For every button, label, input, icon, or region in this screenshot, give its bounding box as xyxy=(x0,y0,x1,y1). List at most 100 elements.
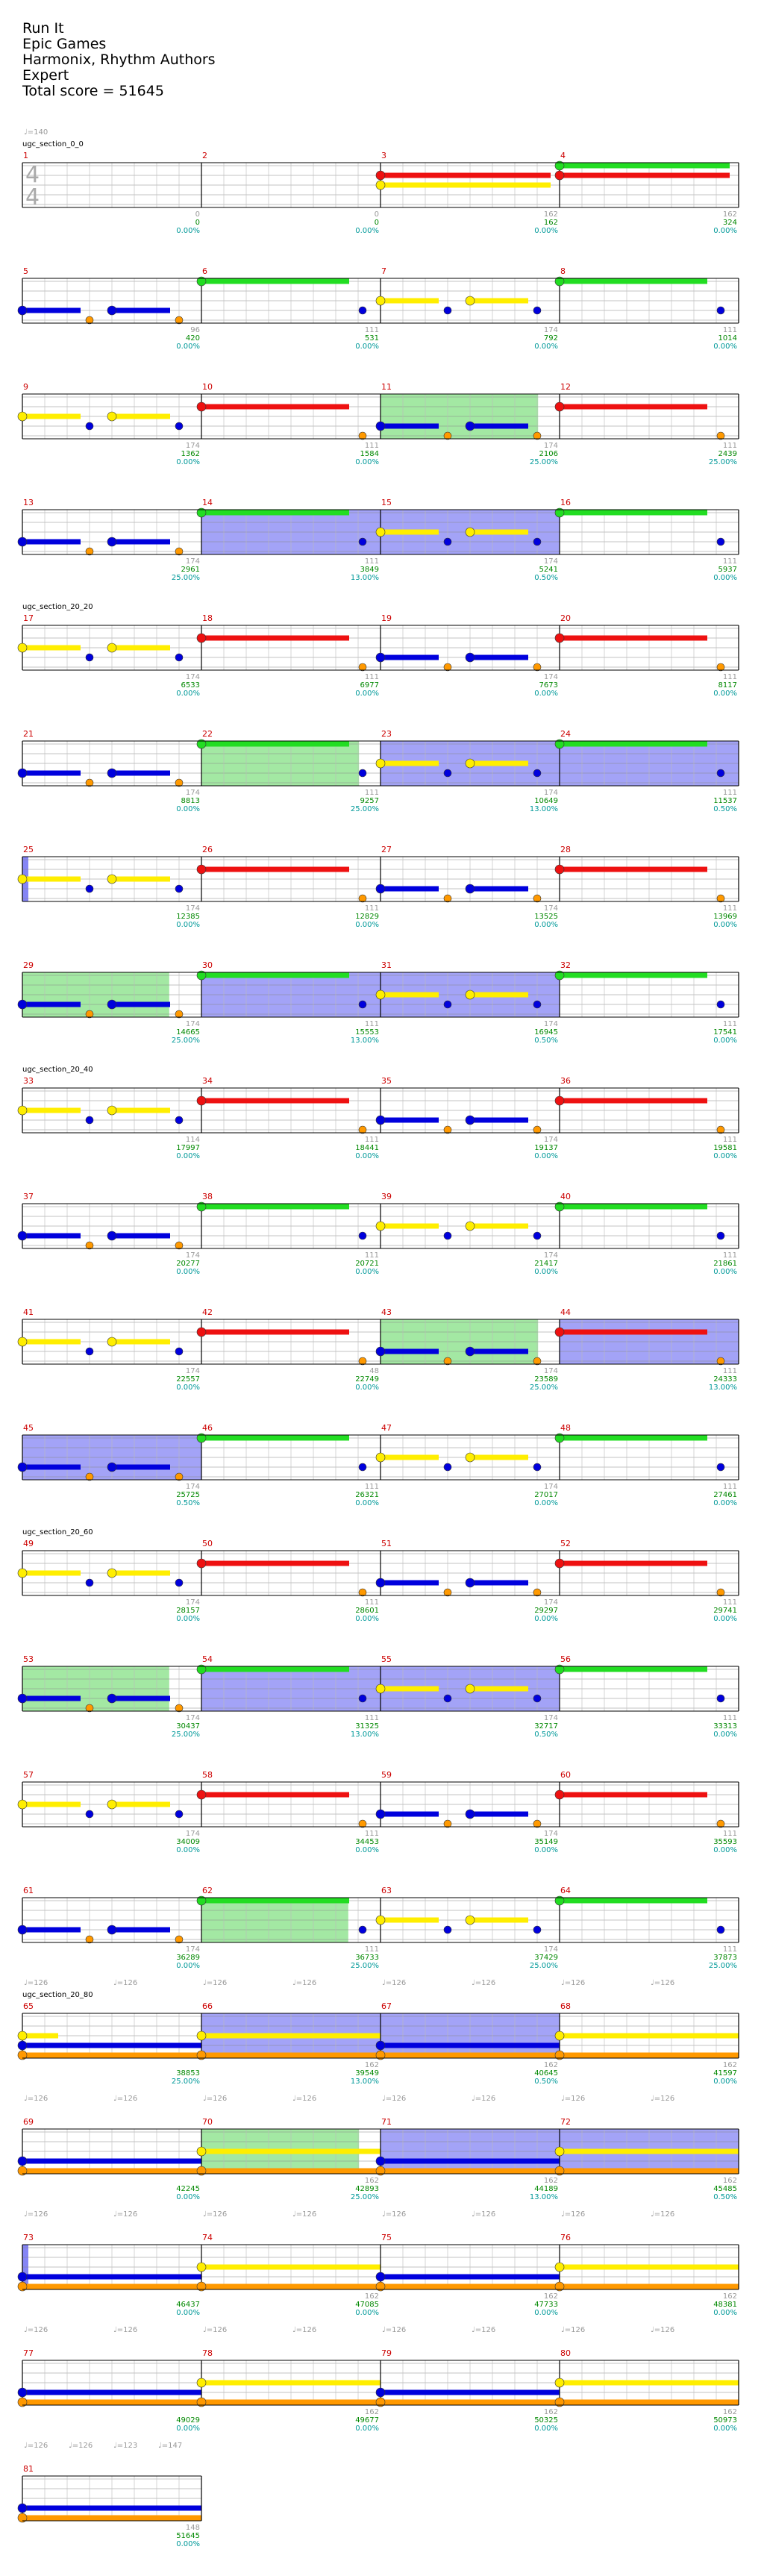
measure-number: 33 xyxy=(23,1076,34,1086)
measure-percent: 0.00% xyxy=(355,2425,379,2433)
measure-number: 14 xyxy=(202,498,213,507)
note-gem xyxy=(465,421,475,431)
measure-number: 36 xyxy=(560,1076,571,1086)
measure-score: 9257 xyxy=(360,797,379,805)
note-gem xyxy=(465,296,475,306)
measure-percent: 0.00% xyxy=(176,1962,200,1970)
tempo-marker: ♩=126 xyxy=(472,2326,495,2334)
note-sustain xyxy=(201,1792,349,1798)
measure-number: 40 xyxy=(560,1192,571,1201)
note-sustain xyxy=(201,278,349,284)
tempo-marker: ♩=126 xyxy=(561,1979,585,1987)
measure-notes: 174 xyxy=(544,1367,558,1375)
tempo-marker: ♩=126 xyxy=(292,2095,316,2103)
note-gem xyxy=(554,2378,565,2388)
note-gem xyxy=(465,1221,475,1231)
note-gem xyxy=(17,2040,28,2051)
note-gem xyxy=(465,884,475,894)
section-label: ugc_section_0_0 xyxy=(22,140,84,149)
measure-number: 48 xyxy=(560,1423,571,1433)
note-sustain xyxy=(112,1233,170,1239)
measure-percent: 0.00% xyxy=(176,2425,200,2433)
note-sustain xyxy=(381,423,439,429)
note-gem xyxy=(196,2262,207,2272)
tempo-marker: ♩=126 xyxy=(24,2095,48,2103)
measure-notes: 162 xyxy=(544,2408,558,2416)
measure-notes: 111 xyxy=(365,789,379,797)
note-sustain xyxy=(112,307,170,313)
note-sustain xyxy=(22,2283,201,2289)
measure-number: 41 xyxy=(23,1307,34,1317)
measure-percent: 25.00% xyxy=(172,1037,200,1045)
note-gem xyxy=(716,1231,725,1240)
measure-percent: 13.00% xyxy=(351,1731,379,1739)
measure-percent: 0.00% xyxy=(176,1846,200,1854)
note-gem xyxy=(196,1095,207,1106)
measure-number: 68 xyxy=(560,2001,571,2011)
note-sustain xyxy=(470,992,528,998)
measure-number: 6 xyxy=(202,266,207,276)
measure-score: 28601 xyxy=(355,1607,379,1615)
measure-score: 34453 xyxy=(355,1838,379,1846)
note-sustain xyxy=(560,2148,739,2154)
measure-number: 25 xyxy=(23,845,34,854)
note-sustain xyxy=(22,1233,81,1239)
tempo-marker: ♩=126 xyxy=(561,2210,585,2219)
measure-number: 54 xyxy=(202,1654,213,1664)
note-sustain xyxy=(560,1560,707,1566)
measure-score: 19137 xyxy=(534,1144,558,1152)
measure-notes: 114 xyxy=(186,1136,200,1144)
measure-score: 13525 xyxy=(534,913,558,921)
measure-number: 9 xyxy=(23,382,28,392)
measure-number: 75 xyxy=(381,2233,392,2242)
note-sustain xyxy=(22,2505,201,2511)
measure-score: 420 xyxy=(186,334,200,343)
note-sustain xyxy=(201,1898,349,1904)
tempo-marker: ♩=126 xyxy=(382,2326,406,2334)
measure-notes: 111 xyxy=(723,557,737,566)
measure-percent: 0.50% xyxy=(176,1499,200,1507)
measure-notes: 111 xyxy=(723,673,737,681)
measure-notes: 0 xyxy=(375,210,379,219)
note-sustain xyxy=(22,1464,81,1470)
measure-percent: 0.00% xyxy=(713,1615,737,1623)
note-sustain xyxy=(201,1098,349,1104)
measure-score: 21861 xyxy=(713,1260,737,1268)
measure-score: 51645 xyxy=(176,2532,200,2540)
note-sustain xyxy=(201,2264,381,2270)
note-sustain xyxy=(22,2158,201,2164)
note-sustain xyxy=(22,2399,201,2405)
note-sustain xyxy=(201,2399,381,2405)
measure-number: 35 xyxy=(381,1076,392,1086)
tempo-marker: ♩=126 xyxy=(292,2210,316,2219)
measure-number: 12 xyxy=(560,382,571,392)
measure-score: 2106 xyxy=(539,450,558,458)
measure-percent: 13.00% xyxy=(351,2078,379,2086)
measure-number: 74 xyxy=(202,2233,213,2242)
note-gem xyxy=(375,2387,386,2398)
note-gem xyxy=(375,1684,386,1694)
tempo-marker: ♩=126 xyxy=(113,1979,137,1987)
note-gem xyxy=(17,1799,28,1810)
tempo-marker: ♩=126 xyxy=(561,2326,585,2334)
measure-percent: 0.00% xyxy=(713,1037,737,1045)
measure-number: 4 xyxy=(560,151,566,160)
measure-percent: 0.00% xyxy=(176,1615,200,1623)
measure-score: 0 xyxy=(375,219,379,227)
note-sustain xyxy=(22,1801,81,1807)
note-gem xyxy=(17,1462,28,1472)
note-gem xyxy=(358,1463,367,1472)
note-gem xyxy=(375,1346,386,1357)
measure-score: 16945 xyxy=(534,1028,558,1037)
measure-score: 24333 xyxy=(713,1375,737,1384)
note-sustain xyxy=(381,1917,439,1923)
measure-percent: 25.00% xyxy=(351,1962,379,1970)
measure-number: 27 xyxy=(381,845,392,854)
note-sustain xyxy=(560,2168,739,2174)
note-sustain xyxy=(470,886,528,892)
measure-number: 43 xyxy=(381,1307,392,1317)
note-gem xyxy=(375,180,386,190)
tempo-marker: ♩=126 xyxy=(24,2326,48,2334)
measure-percent: 0.00% xyxy=(176,1268,200,1276)
measure-notes: 48 xyxy=(369,1367,379,1375)
